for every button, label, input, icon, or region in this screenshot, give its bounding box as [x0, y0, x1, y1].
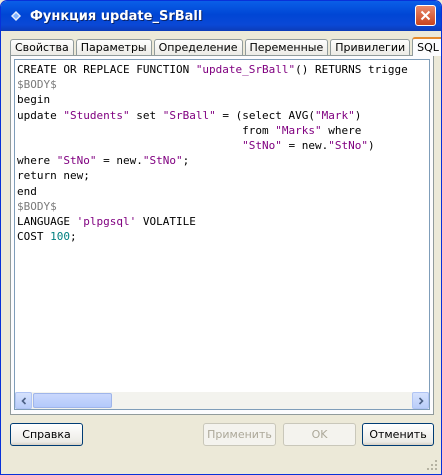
tab-definition[interactable]: Определение — [153, 39, 243, 55]
title-bar[interactable]: Функция update_SrBall — [1, 1, 441, 31]
sql-line: CREATE OR REPLACE FUNCTION "update_SrBal… — [17, 63, 408, 76]
sql-line: begin — [17, 93, 51, 107]
sql-line: where "StNo" = new."StNo"; — [17, 154, 190, 168]
sql-line: $BODY$ — [17, 78, 57, 92]
sql-code[interactable]: CREATE OR REPLACE FUNCTION "update_SrBal… — [17, 62, 427, 391]
help-button[interactable]: Справка — [10, 423, 83, 446]
tab-sql[interactable]: SQL — [412, 37, 441, 56]
function-dialog: Функция update_SrBall Свойства Параметры… — [0, 0, 442, 475]
window-title: Функция update_SrBall — [30, 8, 203, 24]
sql-line: LANGUAGE 'plpgsql' VOLATILE — [17, 215, 196, 229]
tab-panel-sql: CREATE OR REPLACE FUNCTION "update_SrBal… — [10, 55, 434, 415]
sql-line: end — [17, 184, 37, 198]
arrow-left-icon — [20, 396, 26, 405]
sql-line: $BODY$ — [17, 199, 57, 213]
horizontal-scrollbar[interactable] — [15, 392, 429, 409]
tab-privileges[interactable]: Привилегии — [330, 39, 411, 55]
sql-line: COST 100; — [17, 230, 77, 244]
sql-editor[interactable]: CREATE OR REPLACE FUNCTION "update_SrBal… — [14, 59, 430, 410]
scroll-right-button[interactable] — [412, 392, 429, 409]
tab-strip: Свойства Параметры Определение Переменны… — [10, 37, 441, 56]
cancel-button[interactable]: Отменить — [362, 423, 434, 446]
scroll-track[interactable] — [32, 392, 412, 409]
apply-button[interactable]: Применить — [203, 423, 276, 446]
sql-line: "StNo" = new."StNo") — [242, 139, 375, 153]
scroll-left-button[interactable] — [15, 392, 32, 409]
tab-parameters[interactable]: Параметры — [75, 39, 152, 55]
sql-line: from "Marks" where — [17, 123, 362, 137]
tab-properties[interactable]: Свойства — [10, 39, 74, 55]
function-icon — [8, 8, 24, 24]
scroll-thumb[interactable] — [33, 393, 112, 408]
tab-variables[interactable]: Переменные — [244, 39, 329, 55]
sql-line: update "Students" set "SrBall" = (select… — [17, 108, 362, 122]
close-icon — [420, 10, 431, 21]
resize-grip-icon[interactable] — [426, 459, 438, 471]
close-button[interactable] — [415, 5, 436, 26]
sql-line: return new; — [17, 169, 90, 183]
arrow-right-icon — [418, 396, 424, 405]
ok-button[interactable]: OK — [283, 423, 356, 446]
